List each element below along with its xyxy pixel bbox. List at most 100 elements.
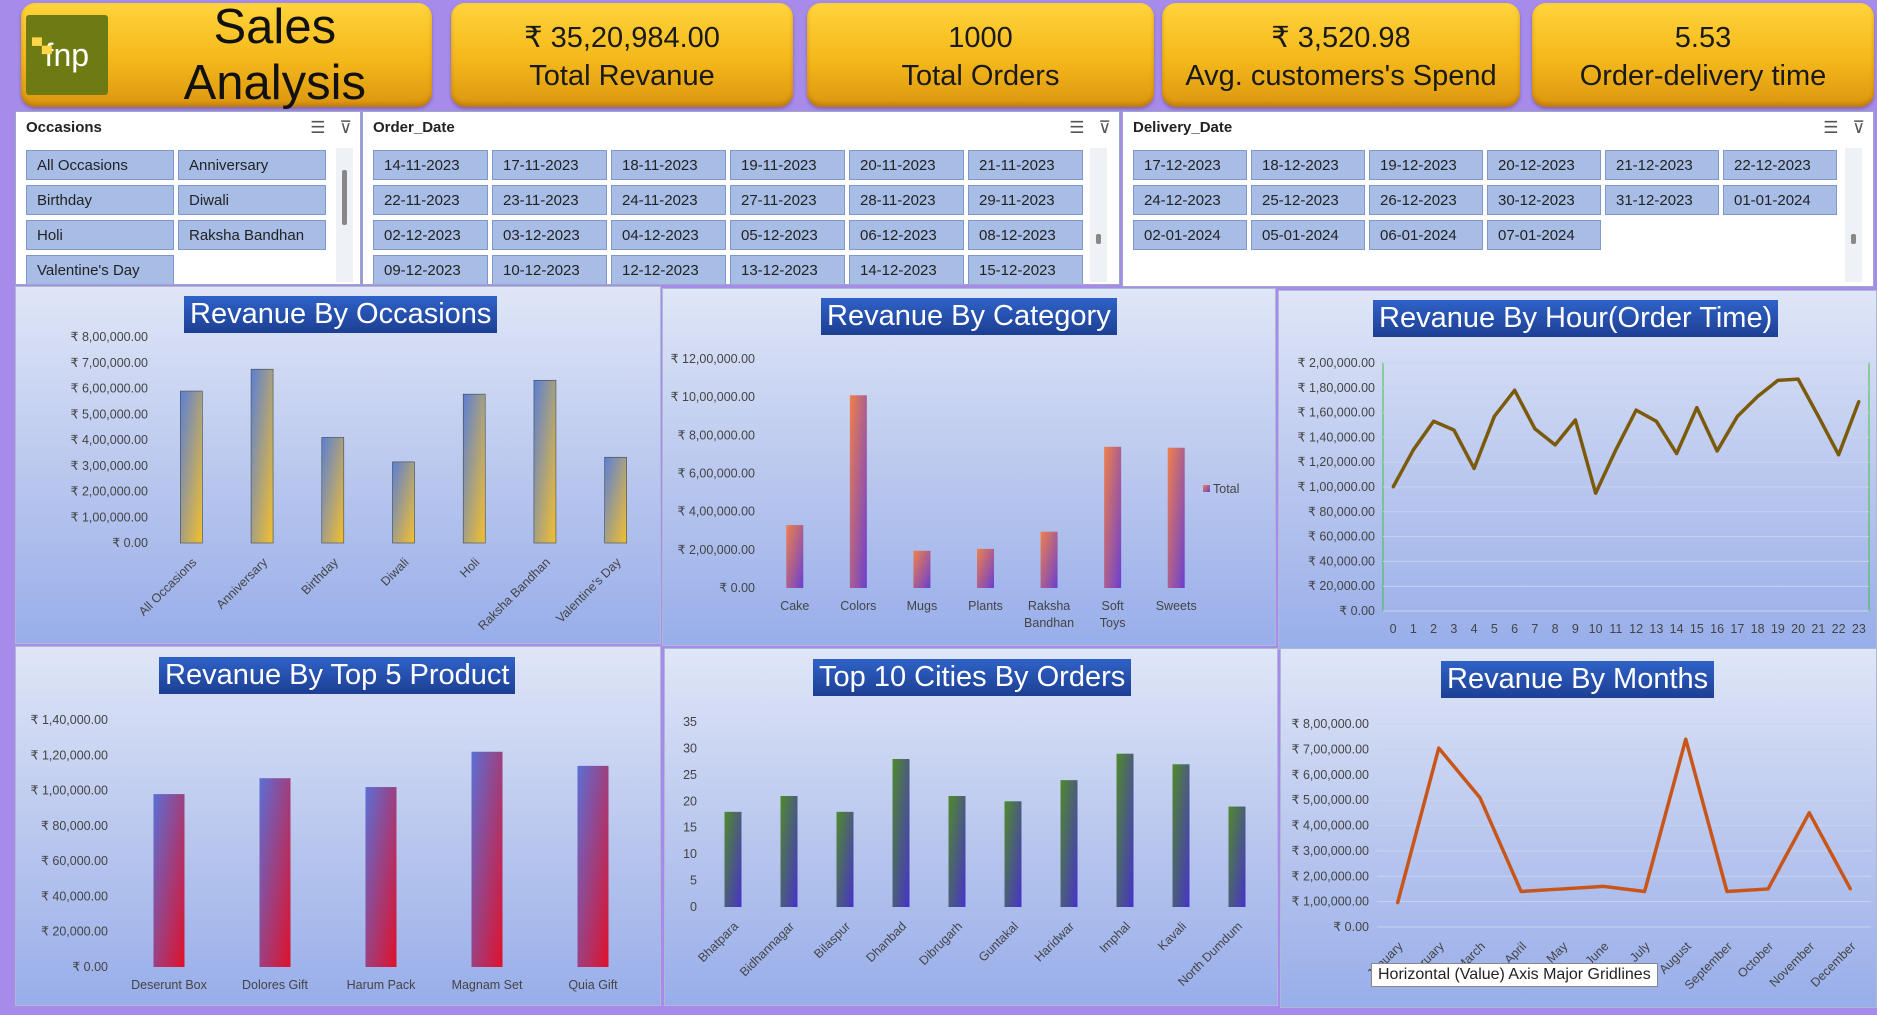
slicer-item[interactable]: 04-12-2023 <box>611 220 726 250</box>
bar-guntakal[interactable] <box>1004 801 1022 907</box>
data-point[interactable] <box>1634 408 1638 412</box>
data-point[interactable] <box>1513 388 1517 392</box>
multi-select-icon[interactable]: ☰ <box>1823 118 1838 138</box>
bar-mugs[interactable] <box>913 550 931 588</box>
data-point[interactable] <box>1601 884 1605 888</box>
data-point[interactable] <box>1411 448 1415 452</box>
slicer-item[interactable]: 24-12-2023 <box>1133 185 1247 215</box>
slicer-item[interactable]: 31-12-2023 <box>1605 185 1719 215</box>
data-point[interactable] <box>1478 796 1482 800</box>
slicer-item[interactable]: Raksha Bandhan <box>178 220 326 250</box>
bar-plants[interactable] <box>977 548 994 588</box>
data-point[interactable] <box>1432 419 1436 423</box>
slicer-item[interactable]: 15-12-2023 <box>968 255 1083 284</box>
slicer-item[interactable]: 05-12-2023 <box>730 220 845 250</box>
bar-cake[interactable] <box>786 525 804 588</box>
bar-north-dumdum[interactable] <box>1228 806 1246 907</box>
slicer-item[interactable]: 22-11-2023 <box>373 185 488 215</box>
bar-birthday[interactable] <box>321 437 345 544</box>
bar-anniversary[interactable] <box>250 368 274 544</box>
data-point[interactable] <box>1796 377 1800 381</box>
bar-soft-toys[interactable] <box>1104 446 1122 588</box>
data-point[interactable] <box>1807 811 1811 815</box>
slicer-item[interactable]: 23-11-2023 <box>492 185 607 215</box>
slicer-item[interactable]: Anniversary <box>178 150 326 180</box>
slicer-item[interactable]: 14-11-2023 <box>373 150 488 180</box>
bar-colors[interactable] <box>849 395 867 588</box>
slicer-item[interactable]: 05-01-2024 <box>1251 220 1365 250</box>
slicer-scrollbar[interactable] <box>336 148 353 282</box>
slicer-item[interactable]: 10-12-2023 <box>492 255 607 284</box>
slicer-item[interactable]: 29-11-2023 <box>968 185 1083 215</box>
slicer-item[interactable]: 26-12-2023 <box>1369 185 1483 215</box>
bar-valentine-s-day[interactable] <box>604 456 627 544</box>
data-point[interactable] <box>1848 887 1852 891</box>
slicer-item[interactable]: 21-12-2023 <box>1605 150 1719 180</box>
slicer-item[interactable]: 14-12-2023 <box>849 255 964 284</box>
data-point[interactable] <box>1643 889 1647 893</box>
slicer-item[interactable]: Birthday <box>26 185 174 215</box>
data-point[interactable] <box>1857 399 1861 403</box>
data-point[interactable] <box>1553 443 1557 447</box>
slicer-item[interactable]: 30-12-2023 <box>1487 185 1601 215</box>
bar-deserunt-box[interactable] <box>153 794 185 967</box>
slicer-item[interactable]: 12-12-2023 <box>611 255 726 284</box>
slicer-item[interactable]: 02-01-2024 <box>1133 220 1247 250</box>
bar-kavali[interactable] <box>1172 764 1190 907</box>
clear-filter-icon[interactable]: ⊽ <box>340 118 352 138</box>
slicer-scrollbar[interactable] <box>1090 148 1107 282</box>
data-point[interactable] <box>1560 887 1564 891</box>
slicer-item[interactable]: 09-12-2023 <box>373 255 488 284</box>
bar-bhatpara[interactable] <box>724 811 742 907</box>
data-point[interactable] <box>1533 427 1537 431</box>
bar-diwali[interactable] <box>392 461 415 544</box>
slicer-item[interactable]: 28-11-2023 <box>849 185 964 215</box>
slicer-item[interactable]: 07-01-2024 <box>1487 220 1601 250</box>
slicer-item[interactable]: 03-12-2023 <box>492 220 607 250</box>
data-point[interactable] <box>1695 406 1699 410</box>
data-point[interactable] <box>1472 466 1476 470</box>
data-point[interactable] <box>1573 418 1577 422</box>
slicer-item[interactable]: 02-12-2023 <box>373 220 488 250</box>
bar-harum-pack[interactable] <box>365 787 397 967</box>
bar-bilaspur[interactable] <box>836 811 854 907</box>
bar-holi[interactable] <box>462 393 486 544</box>
data-point[interactable] <box>1519 889 1523 893</box>
slicer-item[interactable]: 06-01-2024 <box>1369 220 1483 250</box>
bar-all-occasions[interactable] <box>180 390 203 544</box>
data-point[interactable] <box>1735 414 1739 418</box>
bar-bidhannagar[interactable] <box>780 796 798 907</box>
slicer-item[interactable]: 18-12-2023 <box>1251 150 1365 180</box>
multi-select-icon[interactable]: ☰ <box>1069 118 1084 138</box>
bar-sweets[interactable] <box>1167 447 1185 588</box>
data-point[interactable] <box>1654 419 1658 423</box>
slicer-item[interactable]: 20-12-2023 <box>1487 150 1601 180</box>
slicer-item[interactable]: 22-12-2023 <box>1723 150 1837 180</box>
slicer-item[interactable]: 17-11-2023 <box>492 150 607 180</box>
clear-filter-icon[interactable]: ⊽ <box>1099 118 1111 138</box>
data-point[interactable] <box>1725 889 1729 893</box>
data-point[interactable] <box>1437 746 1441 750</box>
bar-dolores-gift[interactable] <box>259 778 291 967</box>
bar-haridwar[interactable] <box>1060 780 1078 907</box>
series-line[interactable] <box>1395 737 1852 904</box>
slicer-item[interactable]: 27-11-2023 <box>730 185 845 215</box>
bar-raksha-bandhan[interactable] <box>1040 531 1058 588</box>
slicer-item[interactable]: 06-12-2023 <box>849 220 964 250</box>
data-point[interactable] <box>1756 394 1760 398</box>
slicer-item[interactable]: 19-12-2023 <box>1369 150 1483 180</box>
data-point[interactable] <box>1684 737 1688 741</box>
slicer-item[interactable]: 13-12-2023 <box>730 255 845 284</box>
slicer-scrollbar[interactable] <box>1845 148 1862 282</box>
slicer-item[interactable]: 01-01-2024 <box>1723 185 1837 215</box>
data-point[interactable] <box>1816 414 1820 418</box>
data-point[interactable] <box>1715 449 1719 453</box>
slicer-item[interactable]: 21-11-2023 <box>968 150 1083 180</box>
slicer-item[interactable]: 17-12-2023 <box>1133 150 1247 180</box>
slicer-item[interactable]: 24-11-2023 <box>611 185 726 215</box>
multi-select-icon[interactable]: ☰ <box>310 118 325 138</box>
slicer-item[interactable]: 08-12-2023 <box>968 220 1083 250</box>
data-point[interactable] <box>1396 901 1400 905</box>
slicer-item[interactable]: 25-12-2023 <box>1251 185 1365 215</box>
series-line[interactable] <box>1391 377 1861 495</box>
